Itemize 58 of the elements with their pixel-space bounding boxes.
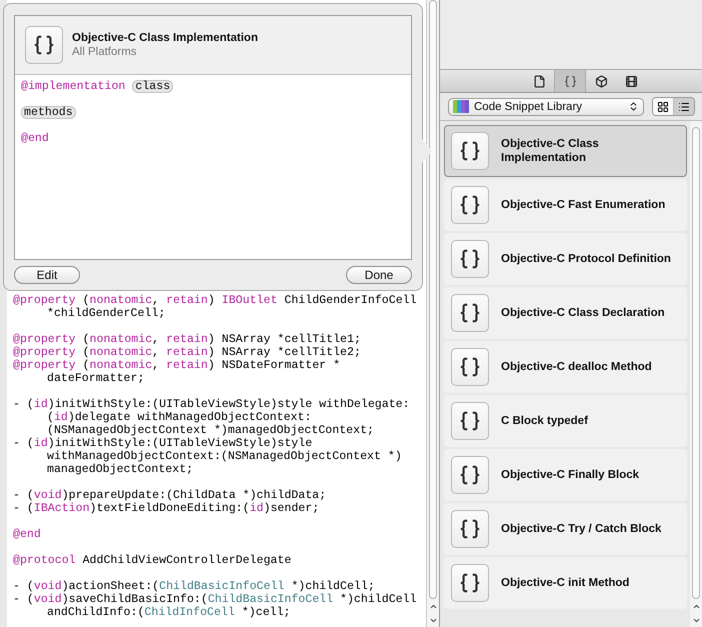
library-books-icon [453, 100, 469, 113]
snippet-item[interactable]: Objective-C init Method [444, 557, 687, 609]
file-icon [532, 74, 546, 88]
code-line: - (void)saveChildBasicInfo:(ChildBasicInfoCell *)childCell [12, 593, 418, 606]
cube-icon [594, 74, 608, 88]
braces-icon [451, 456, 489, 494]
code-line: @property (nonatomic, retain) NSArray *cellTitle1; [12, 333, 362, 346]
code-line: - (void)prepareUpdate:(ChildData *)childData; [12, 489, 328, 502]
done-button[interactable]: Done [346, 266, 412, 284]
braces-icon [25, 26, 63, 64]
code-line: @end [12, 528, 42, 541]
updown-arrows-icon [628, 101, 639, 112]
snippet-item[interactable]: Objective-C Finally Block [444, 449, 687, 501]
placeholder-token[interactable]: methods [21, 106, 76, 119]
code-keyword: @end [21, 132, 49, 145]
snippet-title: Objective-C Class Implementation [72, 32, 258, 44]
braces-icon [451, 402, 489, 440]
braces-icon [451, 348, 489, 386]
snippet-item[interactable]: C Block typedef [444, 395, 687, 447]
grid-icon [657, 100, 669, 112]
snippet-item[interactable]: Objective-C dealloc Method [444, 341, 687, 393]
code-line: @protocol AddChildViewControllerDelegate [12, 554, 292, 567]
scrollbar[interactable] [426, 0, 439, 627]
code-line: (id)delegate withManagedObjectContext: [46, 411, 312, 424]
code-line: withManagedObjectContext:(NSManagedObjectContext *) [46, 450, 403, 463]
braces-icon [451, 186, 489, 224]
code-line: - (id)initWithStyle:(UITableViewStyle)style [12, 437, 314, 450]
snippet-item[interactable]: Objective-C Fast Enumeration [444, 179, 687, 231]
braces-icon [451, 510, 489, 548]
film-icon [624, 74, 638, 88]
code-keyword: @implementation [21, 80, 126, 93]
code-line: andChildInfo:(ChildInfoCell *)cell; [46, 606, 292, 619]
code-line: managedObjectContext; [46, 463, 194, 476]
snippet-platform: All Platforms [72, 46, 138, 58]
code-line: - (id)initWithStyle:(UITableViewStyle)style withDelegate: [12, 398, 411, 411]
code-line: @property (nonatomic, retain) NSArray *cellTitle2; [12, 346, 362, 359]
code-line: @property (nonatomic, retain) NSDateFormatter * [12, 359, 342, 372]
code-line: (NSManagedObjectContext *)managedObjectContext; [46, 424, 375, 437]
braces-icon [451, 132, 489, 170]
braces-icon [564, 74, 576, 88]
snippet-item[interactable]: Objective-C Class Implementation [444, 125, 687, 177]
snippet-item[interactable]: Objective-C Protocol Definition [444, 233, 687, 285]
edit-button[interactable]: Edit [14, 266, 80, 284]
grid-view-button[interactable] [653, 98, 673, 115]
code-line: - (void)actionSheet:(ChildBasicInfoCell *)childCell; [12, 580, 376, 593]
list-view-button[interactable] [673, 98, 694, 115]
braces-icon [451, 294, 489, 332]
braces-icon [451, 240, 489, 278]
code-line: @property (nonatomic, retain) IBOutlet ChildGenderInfoCell [12, 294, 418, 307]
scrollbar[interactable] [690, 121, 702, 627]
code-line: - (IBAction)textFieldDoneEditing:(id)sender; [12, 502, 320, 515]
snippet-item[interactable]: Objective-C Class Declaration [444, 287, 687, 339]
code-line: *childGenderCell; [46, 307, 166, 320]
code-line: dateFormatter; [46, 372, 146, 385]
snippet-item[interactable]: Objective-C Try / Catch Block [444, 503, 687, 555]
library-popup[interactable]: Code Snippet Library [448, 98, 644, 116]
placeholder-token[interactable]: class [132, 80, 174, 93]
braces-icon [451, 564, 489, 602]
